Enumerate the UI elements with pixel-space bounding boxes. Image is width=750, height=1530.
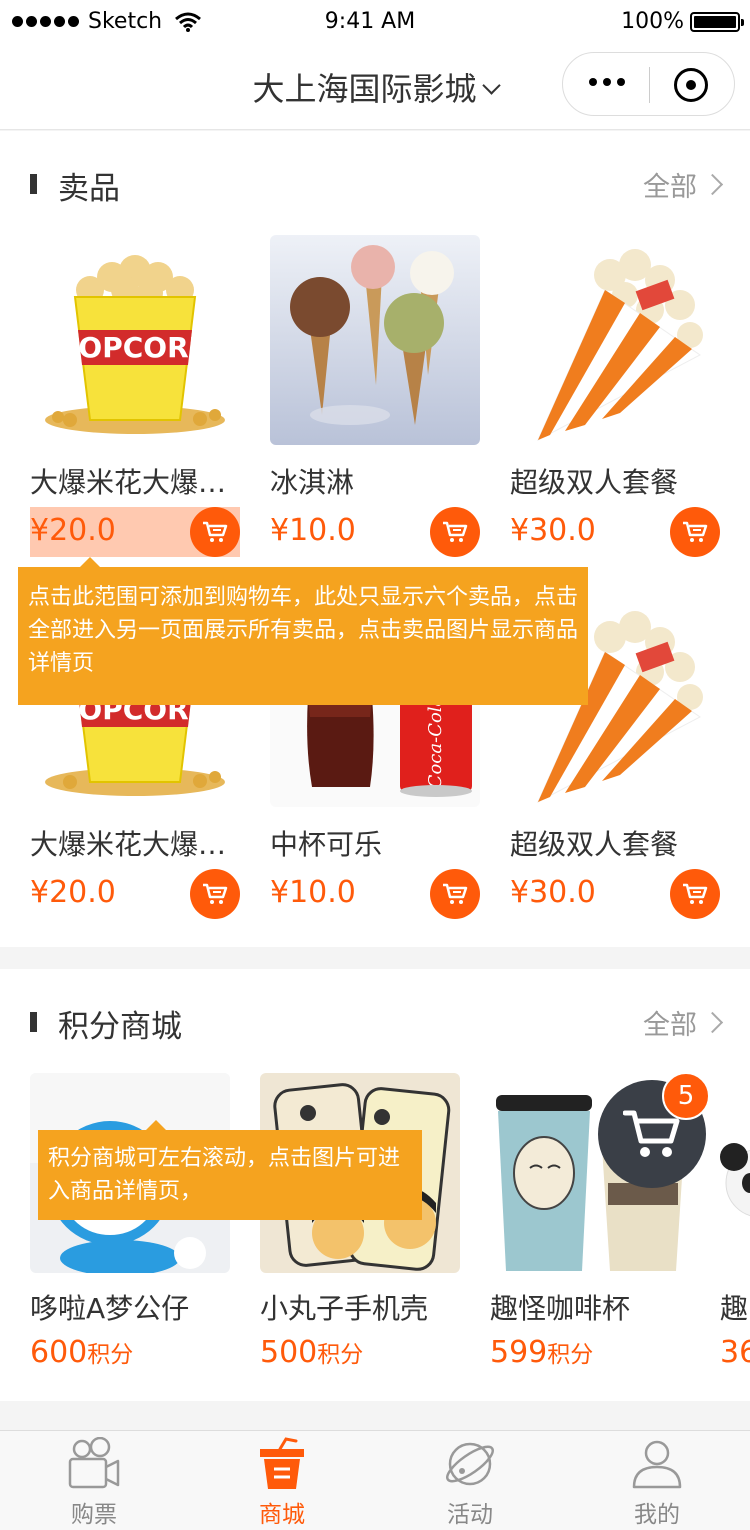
cart-icon: [623, 1110, 680, 1157]
section-marker: [30, 174, 37, 194]
points-item-card: 趣 36: [720, 1073, 750, 1393]
add-to-cart-button[interactable]: [670, 507, 720, 557]
add-to-cart-area[interactable]: ¥20.0: [30, 507, 240, 557]
cinema-name: 大上海国际影城: [252, 70, 477, 108]
battery-percent: 100%: [621, 9, 684, 34]
product-name: 大爆米花大爆米花: [30, 828, 240, 861]
svg-text:Coca-Cola: Coca-Cola: [425, 696, 446, 789]
snacks-hint-tooltip: 点击此范围可添加到购物车，此处只显示六个卖品，点击全部进入另一页面展示所有卖品，…: [18, 557, 588, 705]
add-to-cart-area[interactable]: ¥30.0: [510, 869, 720, 919]
nav-bar: 大上海国际影城: [0, 44, 750, 130]
points-item-price: 36: [720, 1335, 750, 1370]
add-to-cart-button[interactable]: [670, 869, 720, 919]
points-item-price: 599积分: [490, 1335, 594, 1370]
status-bar: Sketch 9:41 AM 100%: [0, 0, 750, 44]
product-image-popcorn-cone[interactable]: [510, 235, 720, 445]
product-price: ¥20.0: [30, 875, 116, 910]
capsule-divider: [649, 67, 650, 103]
close-target-icon[interactable]: [674, 68, 708, 102]
points-mall-header: 积分商城 全部: [0, 969, 750, 1073]
points-item-name: 哆啦A梦公仔: [30, 1292, 190, 1325]
tab-label: 商城: [259, 1502, 305, 1528]
points-mall-hint-tooltip: 积分商城可左右滚动，点击图片可进入商品详情页，: [38, 1120, 422, 1220]
product-image-popcorn-bucket[interactable]: POPCORN: [30, 235, 240, 445]
cup-icon: [254, 1437, 310, 1491]
battery-icon: [690, 12, 744, 32]
product-image-ice-cream[interactable]: [270, 235, 480, 445]
product-price: ¥10.0: [270, 513, 356, 548]
snacks-section: 卖品 全部 POPCORN 大爆米花大爆米花 ¥20.0 冰淇淋 ¥10.0 超…: [0, 131, 750, 947]
tab-bar: 购票 商城 活动 我的: [0, 1430, 750, 1530]
add-to-cart-button[interactable]: [190, 869, 240, 919]
svg-text:POPCORN: POPCORN: [58, 331, 212, 364]
cart-icon: [683, 521, 708, 542]
chevron-down-icon: [481, 76, 501, 95]
add-to-cart-area[interactable]: ¥20.0: [30, 869, 240, 919]
snacks-header: 卖品 全部: [0, 131, 750, 235]
chevron-right-icon: [701, 173, 724, 196]
add-to-cart-area[interactable]: ¥10.0: [270, 869, 480, 919]
section-title: 卖品: [58, 171, 120, 207]
camera-icon: [66, 1437, 122, 1491]
user-icon: [629, 1437, 685, 1491]
tab-label: 购票: [71, 1502, 117, 1528]
view-all-label: 全部: [643, 1010, 697, 1041]
cart-icon: [443, 883, 468, 904]
cart-icon: [203, 521, 228, 542]
points-item-name: 趣: [720, 1292, 749, 1325]
more-icon[interactable]: [589, 78, 625, 86]
cart-icon: [203, 883, 228, 904]
product-name: 大爆米花大爆米花: [30, 466, 240, 499]
mini-program-capsule: [562, 52, 735, 116]
cart-icon: [443, 521, 468, 542]
section-title: 积分商城: [58, 1009, 182, 1045]
product-price: ¥10.0: [270, 875, 356, 910]
add-to-cart-button[interactable]: [430, 507, 480, 557]
view-all-points-link[interactable]: 全部: [643, 1003, 724, 1042]
planet-icon: [442, 1437, 498, 1491]
tab-label: 活动: [447, 1502, 493, 1528]
tab-label: 我的: [634, 1502, 680, 1528]
points-item-price: 500积分: [260, 1335, 364, 1370]
product-card: 冰淇淋 ¥10.0: [270, 235, 480, 565]
points-item-image-panda[interactable]: [720, 1073, 750, 1273]
product-name: 中杯可乐: [270, 828, 383, 861]
add-to-cart-area[interactable]: ¥30.0: [510, 507, 720, 557]
product-name: 超级双人套餐: [510, 466, 679, 499]
floating-cart-button[interactable]: 5: [598, 1072, 710, 1188]
product-name: 超级双人套餐: [510, 828, 679, 861]
points-item-card: 哆啦A梦公仔 600积分: [30, 1073, 230, 1393]
points-item-name: 小丸子手机壳: [260, 1292, 429, 1325]
tab-profile[interactable]: 我的: [587, 1431, 727, 1530]
product-price: ¥30.0: [510, 513, 596, 548]
tab-tickets[interactable]: 购票: [24, 1431, 164, 1530]
product-name: 冰淇淋: [270, 466, 355, 499]
view-all-label: 全部: [643, 172, 697, 203]
tab-activities[interactable]: 活动: [400, 1431, 540, 1530]
points-item-name: 趣怪咖啡杯: [490, 1292, 631, 1325]
add-to-cart-area[interactable]: ¥10.0: [270, 507, 480, 557]
cart-icon: [683, 883, 708, 904]
tab-mall[interactable]: 商城: [212, 1431, 352, 1530]
section-marker: [30, 1012, 37, 1032]
product-price: ¥30.0: [510, 875, 596, 910]
points-item-price: 600积分: [30, 1335, 134, 1370]
view-all-snacks-link[interactable]: 全部: [643, 165, 724, 204]
product-card: POPCORN 大爆米花大爆米花 ¥20.0: [30, 235, 240, 565]
product-card: 超级双人套餐 ¥30.0: [510, 235, 720, 565]
chevron-right-icon: [701, 1011, 724, 1034]
add-to-cart-button[interactable]: [430, 869, 480, 919]
cart-count-badge: 5: [662, 1072, 710, 1120]
points-item-card: 小丸子手机壳 500积分: [260, 1073, 460, 1393]
product-price: ¥20.0: [30, 513, 116, 548]
add-to-cart-button[interactable]: [190, 507, 240, 557]
